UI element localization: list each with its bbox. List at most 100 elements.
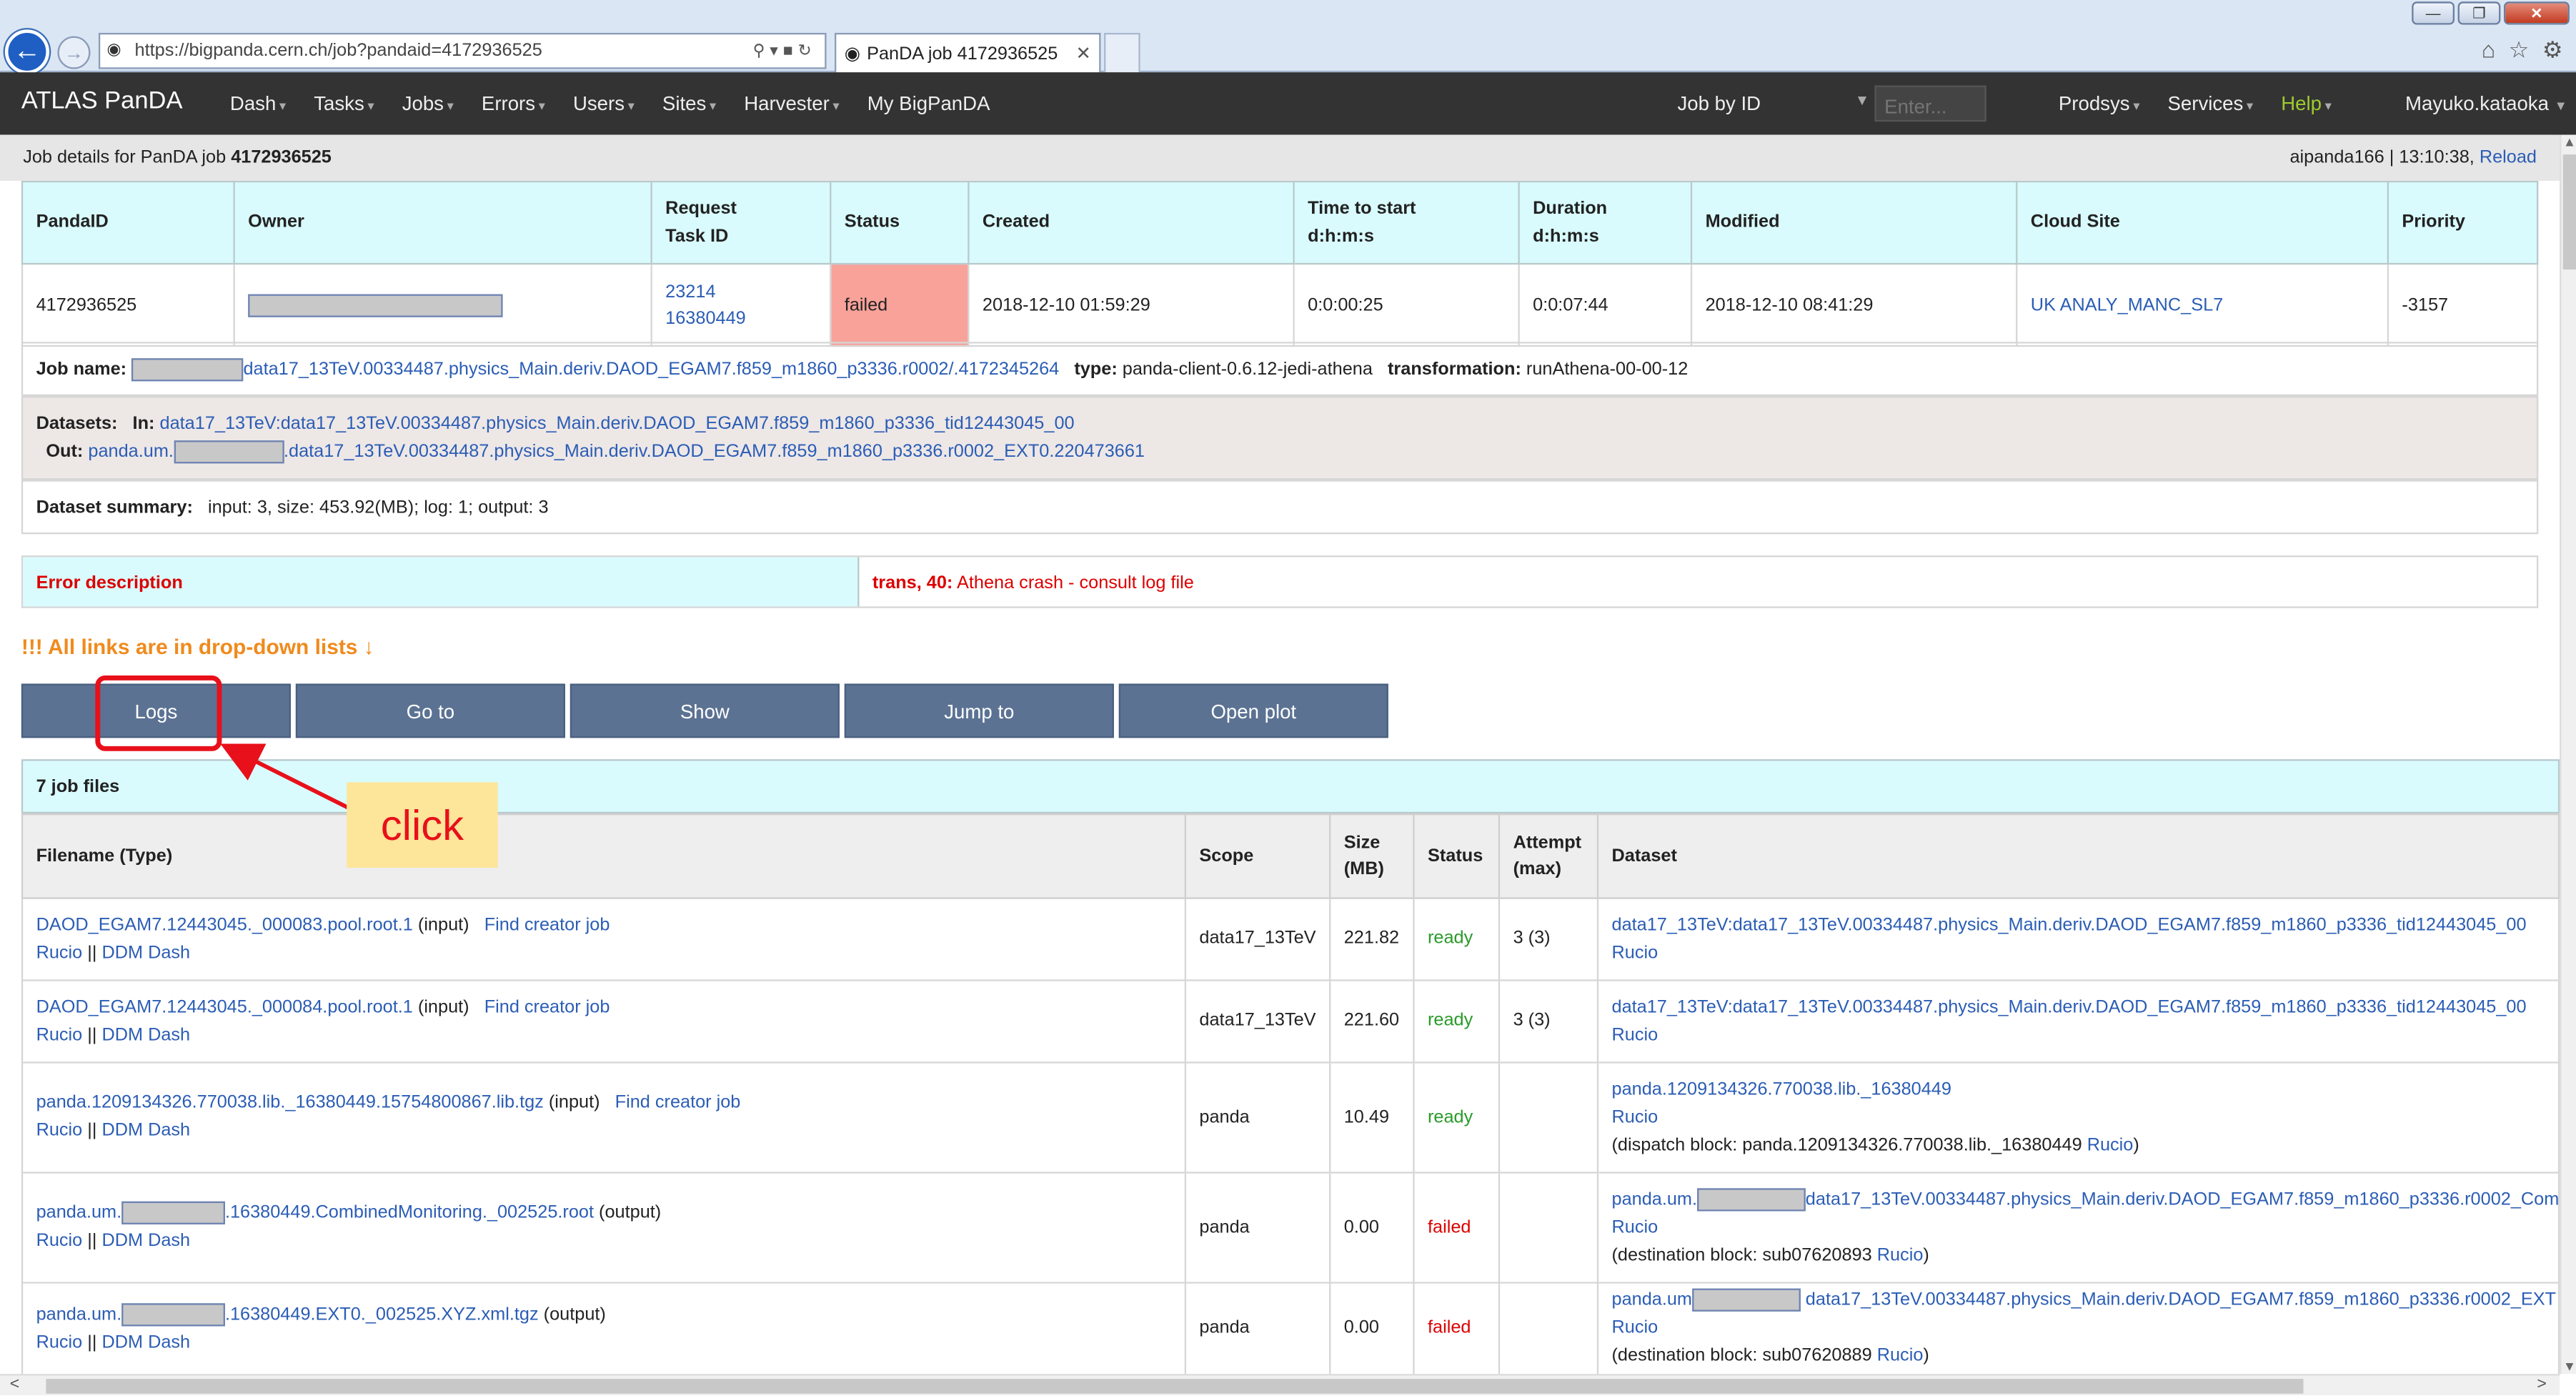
search-lock-refresh-icon[interactable]: ⚲▾■↻ (753, 42, 825, 60)
block-rucio-link[interactable]: Rucio (1877, 1346, 1924, 1366)
attempt-cell: 3 (3) (1498, 897, 1599, 981)
file-name-link[interactable]: DAOD_EGAM7.12443045._000083.pool.root.1 (36, 915, 413, 935)
dataset-summary-row: Dataset summary: input: 3, size: 453.92(… (21, 480, 2539, 535)
address-bar[interactable]: ◉ https://bigpanda.cern.ch/job?pandaid=4… (98, 32, 827, 69)
scroll-right-icon[interactable]: > (2537, 1375, 2546, 1393)
menu-jobs[interactable]: Jobs ▾ (402, 92, 454, 115)
scroll-left-icon[interactable]: < (10, 1375, 19, 1393)
forward-arrow-icon[interactable]: → (57, 36, 91, 69)
created-value: 2018-12-10 01:59:29 (968, 262, 1295, 347)
filename-cell: DAOD_EGAM7.12443045._000083.pool.root.1 … (21, 897, 1187, 981)
file-name-link[interactable]: DAOD_EGAM7.12443045._000084.pool.root.1 (36, 996, 413, 1016)
menu-tasks[interactable]: Tasks ▾ (314, 92, 374, 115)
scope-cell: data17_13TeV (1184, 897, 1331, 981)
user-menu[interactable]: Mayuko.kataoka ▼ (2405, 92, 2567, 115)
jump-to-button[interactable]: Jump to (844, 683, 1114, 738)
home-icon[interactable]: ⌂ (2482, 36, 2495, 64)
ddm-dash-link[interactable]: DDM Dash (101, 1332, 190, 1352)
file-prefix-link[interactable]: panda.um. (36, 1304, 122, 1324)
open-plot-button[interactable]: Open plot (1118, 683, 1388, 738)
col-size: Size (MB) (1329, 813, 1415, 899)
col-file-status: Status (1413, 813, 1501, 899)
close-window-icon[interactable]: ✕ (2503, 1, 2570, 25)
dataset-rucio-link[interactable]: Rucio (1612, 943, 1659, 963)
chevron-down-icon: ▾ (367, 98, 374, 114)
job-id-input[interactable] (1874, 85, 1986, 122)
file-prefix-link[interactable]: panda.um. (36, 1203, 122, 1223)
ddm-dash-link[interactable]: DDM Dash (101, 1231, 190, 1251)
block-rucio-link[interactable]: Rucio (1877, 1245, 1924, 1265)
ddm-dash-link[interactable]: DDM Dash (101, 1025, 190, 1045)
out-prefix-link[interactable]: panda.um. (88, 441, 174, 461)
file-name-link[interactable]: .16380449.CombinedMonitoring._002525.roo… (225, 1203, 594, 1223)
rucio-link[interactable]: Rucio (36, 943, 83, 963)
file-links-line: Rucio || DDM Dash (36, 1231, 191, 1251)
modified-value: 2018-12-10 08:41:29 (1690, 262, 2018, 347)
block-rucio-link[interactable]: Rucio (2087, 1135, 2134, 1155)
output-dataset-link[interactable]: .data17_13TeV.00334487.physics_Main.deri… (284, 441, 1145, 461)
gear-icon[interactable]: ⚙ (2542, 36, 2563, 64)
menu-mybigpanda[interactable]: My BigPanDA (867, 92, 990, 115)
star-icon[interactable]: ☆ (2509, 36, 2530, 64)
horizontal-scroll-thumb[interactable] (46, 1379, 2304, 1394)
request-id-link[interactable]: 23214 (665, 282, 715, 302)
vertical-scroll-thumb[interactable] (2562, 154, 2576, 270)
new-tab-button[interactable] (1104, 32, 1140, 73)
browser-tab[interactable]: ◉ PanDA job 4172936525 ✕ (834, 32, 1101, 73)
job-row: 4172936525 23214 16380449 failed 2018-12-… (21, 262, 2539, 347)
vertical-scrollbar[interactable]: ▲ ▼ (2560, 134, 2576, 1374)
back-arrow-icon[interactable]: ← (4, 29, 49, 74)
input-dataset-link[interactable]: data17_13TeV:data17_13TeV.00334487.physi… (160, 413, 1075, 433)
dataset-link[interactable]: data17_13TeV:data17_13TeV.00334487.physi… (1612, 996, 2527, 1016)
ddm-dash-link[interactable]: DDM Dash (101, 943, 190, 963)
dataset-link[interactable]: data17_13TeV.00334487.physics_Main.deriv… (1806, 1189, 2557, 1209)
redacted-user (121, 1302, 225, 1326)
dataset-link[interactable]: panda.1209134326.770038.lib._16380449 (1612, 1079, 1951, 1099)
brand-logo[interactable]: ATLAS PanDA (21, 87, 183, 115)
filename-cell: DAOD_EGAM7.12443045._000084.pool.root.1 … (21, 979, 1187, 1064)
menu-services[interactable]: Services ▾ (2168, 92, 2254, 115)
dataset-link[interactable]: data17_13TeV.00334487.physics_Main.deriv… (1801, 1290, 2556, 1310)
block-close: ) (2133, 1134, 2139, 1155)
find-creator-job-link[interactable]: Find creator job (484, 915, 610, 935)
scroll-down-icon[interactable]: ▼ (2561, 1359, 2576, 1374)
chevron-down-icon[interactable]: ▼ (1855, 92, 1870, 109)
ddm-dash-link[interactable]: DDM Dash (101, 1121, 190, 1141)
dataset-prefix-link[interactable]: panda.um (1612, 1290, 1693, 1310)
file-name-link[interactable]: panda.1209134326.770038.lib._16380449.15… (36, 1093, 544, 1113)
find-creator-job-link[interactable]: Find creator job (484, 996, 610, 1016)
find-creator-job-link[interactable]: Find creator job (615, 1093, 741, 1113)
rucio-link[interactable]: Rucio (36, 1121, 83, 1141)
go-to-button[interactable]: Go to (295, 683, 565, 738)
scroll-up-icon[interactable]: ▲ (2561, 135, 2576, 150)
dataset-prefix-link[interactable]: panda.um. (1612, 1189, 1698, 1209)
dataset-rucio-link[interactable]: Rucio (1612, 1107, 1659, 1127)
menu-label: Dash (229, 91, 277, 115)
menu-harvester[interactable]: Harvester ▾ (744, 92, 839, 115)
menu-users[interactable]: Users ▾ (573, 92, 635, 115)
rucio-link[interactable]: Rucio (36, 1332, 83, 1352)
restore-icon[interactable]: ❐ (2457, 1, 2501, 25)
dataset-link[interactable]: data17_13TeV:data17_13TeV.00334487.physi… (1612, 915, 2527, 935)
block-text: (destination block: sub07620893 (1611, 1244, 1877, 1265)
job-name-link[interactable]: data17_13TeV.00334487.physics_Main.deriv… (243, 359, 1059, 379)
dataset-rucio-link[interactable]: Rucio (1612, 1217, 1659, 1237)
url-text[interactable]: https://bigpanda.cern.ch/job?pandaid=417… (135, 41, 753, 61)
horizontal-scrollbar[interactable]: < > (0, 1374, 2560, 1396)
cloud-site-link[interactable]: UK ANALY_MANC_SL7 (2031, 295, 2223, 315)
show-button[interactable]: Show (570, 683, 840, 738)
rucio-link[interactable]: Rucio (36, 1025, 83, 1045)
menu-dash[interactable]: Dash ▾ (230, 92, 286, 115)
minimize-icon[interactable]: — (2412, 1, 2455, 25)
menu-help[interactable]: Help ▾ (2281, 92, 2332, 115)
dataset-rucio-link[interactable]: Rucio (1612, 1025, 1659, 1045)
dataset-rucio-link[interactable]: Rucio (1612, 1318, 1659, 1338)
menu-prodsys[interactable]: Prodsys ▾ (2059, 92, 2140, 115)
menu-sites[interactable]: Sites ▾ (662, 92, 716, 115)
file-name-link[interactable]: .16380449.EXT0._002525.XYZ.xml.tgz (225, 1304, 539, 1324)
menu-errors[interactable]: Errors ▾ (482, 92, 545, 115)
reload-link[interactable]: Reload (2480, 148, 2537, 168)
task-id-link[interactable]: 16380449 (665, 308, 746, 328)
rucio-link[interactable]: Rucio (36, 1231, 83, 1251)
tab-close-icon[interactable]: ✕ (1075, 43, 1090, 64)
